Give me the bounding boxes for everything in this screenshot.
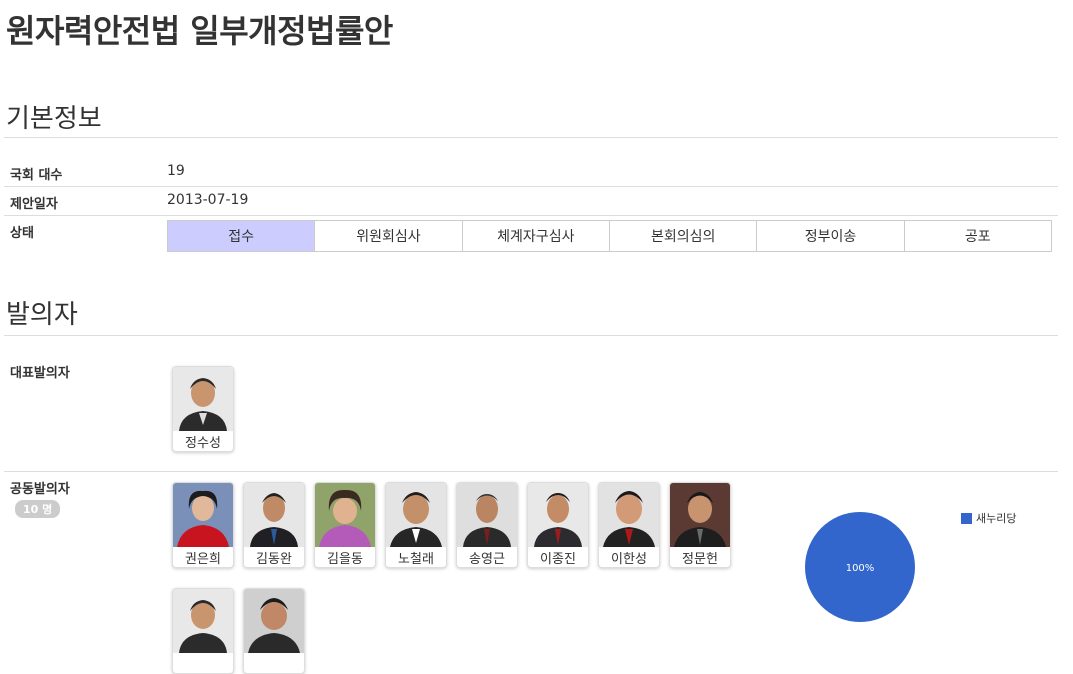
status-progress: 접수 위원회심사 체계자구심사 본회의심의 정부이송 공포 [167, 220, 1052, 252]
divider [4, 137, 1058, 138]
co-sponsor-count-badge: 10 명 [15, 500, 61, 518]
sponsor-card[interactable]: 김을동 [314, 482, 376, 568]
status-step-promulgation: 공포 [904, 221, 1051, 251]
avatar [244, 589, 304, 653]
sponsor-name [244, 653, 304, 673]
sponsor-card[interactable]: 김동완 [243, 482, 305, 568]
co-sponsor-label: 공동발의자 [10, 482, 70, 497]
sponsor-card-lead[interactable]: 정수성 [172, 366, 234, 452]
sponsor-name: 노철래 [398, 551, 434, 567]
sponsor-name: 김동완 [256, 551, 292, 567]
sponsor-name: 송영근 [469, 551, 505, 567]
page-title: 원자력안전법 일부개정법률안 [6, 12, 393, 50]
divider [4, 186, 1058, 187]
chart-legend: 새누리당 [961, 510, 1016, 526]
party-pie-chart: 100% [805, 512, 915, 622]
sponsor-card[interactable]: 이종진 [527, 482, 589, 568]
sponsors-heading: 발의자 [6, 300, 78, 330]
status-step-legal-review: 체계자구심사 [462, 221, 610, 251]
divider [4, 335, 1058, 336]
avatar [173, 589, 233, 653]
legend-label: 새누리당 [976, 512, 1017, 525]
avatar [599, 483, 659, 547]
sponsor-name: 이종진 [540, 551, 576, 567]
legend-swatch [961, 512, 972, 524]
status-step-plenary: 본회의심의 [609, 221, 758, 251]
sponsor-card[interactable]: 이한성 [598, 482, 660, 568]
date-label: 제안일자 [10, 197, 58, 212]
avatar [173, 367, 233, 431]
avatar [386, 483, 446, 547]
sponsor-card[interactable]: 권은희 [172, 482, 234, 568]
avatar [244, 483, 304, 547]
sponsor-card[interactable] [243, 588, 305, 674]
avatar [528, 483, 588, 547]
sponsor-card[interactable]: 노철래 [385, 482, 447, 568]
status-step-committee: 위원회심사 [315, 221, 463, 251]
sponsor-name [173, 653, 233, 673]
date-value: 2013-07-19 [167, 192, 249, 208]
assembly-label: 국회 대수 [10, 168, 63, 183]
avatar [670, 483, 730, 547]
sponsor-card[interactable]: 송영근 [456, 482, 518, 568]
status-step-received: 접수 [168, 221, 316, 251]
assembly-value: 19 [167, 163, 185, 179]
lead-sponsor-label: 대표발의자 [10, 366, 70, 381]
sponsor-name: 이한성 [611, 551, 647, 567]
sponsor-name: 정문헌 [682, 551, 718, 567]
basic-info-heading: 기본정보 [6, 104, 102, 134]
sponsor-name: 정수성 [185, 435, 221, 451]
sponsor-name: 권은희 [185, 551, 221, 567]
avatar [457, 483, 517, 547]
avatar [315, 483, 375, 547]
status-step-gov-transfer: 정부이송 [757, 221, 905, 251]
pie-slice-label: 100% [846, 563, 875, 574]
divider [4, 471, 1058, 472]
status-label: 상태 [10, 226, 34, 241]
sponsor-card[interactable] [172, 588, 234, 674]
avatar [173, 483, 233, 547]
sponsor-card[interactable]: 정문헌 [669, 482, 731, 568]
divider [4, 215, 1058, 216]
sponsor-name: 김을동 [327, 551, 363, 567]
